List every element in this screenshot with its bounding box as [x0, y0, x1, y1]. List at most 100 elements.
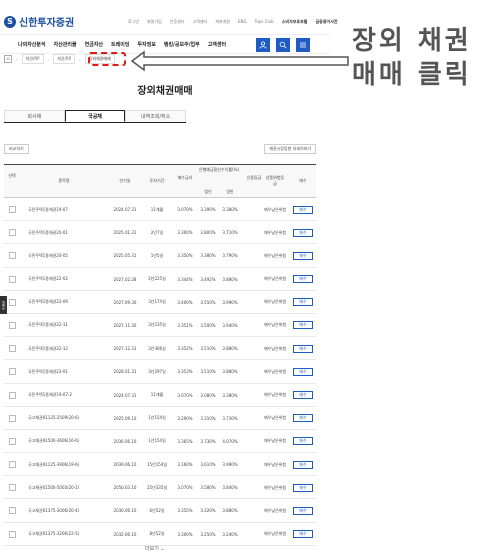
buy-button[interactable]: 매수 — [293, 205, 313, 214]
row-checkbox[interactable] — [8, 414, 16, 422]
row-checkbox-cell — [4, 198, 20, 221]
buy-button[interactable]: 매수 — [293, 275, 313, 284]
buy-button[interactable]: 매수 — [293, 321, 313, 330]
buy-button[interactable]: 매수 — [293, 298, 313, 307]
gnb-item-trading[interactable]: 트레이딩 — [111, 41, 129, 48]
breadcrumb-item-1[interactable]: 채권/RP — [21, 54, 44, 64]
util-link-login[interactable]: 로그인 — [128, 19, 139, 25]
row-checkbox[interactable] — [8, 484, 16, 492]
util-link-tops[interactable]: Tops Club — [255, 19, 274, 25]
bond-period: 3년297일 — [148, 368, 166, 374]
bond-maturity: 2039.06.10 — [113, 462, 137, 468]
buy-button[interactable]: 매수 — [293, 228, 313, 237]
bond-buy-rate: 3.352% — [177, 346, 193, 352]
row-checkbox[interactable] — [8, 206, 16, 213]
logo-icon: S — [4, 15, 16, 28]
logo-text: 신한투자증권 — [19, 18, 75, 29]
bond-rate-corp: 3.550% — [200, 299, 216, 305]
buy-button[interactable]: 매수 — [293, 367, 313, 376]
bond-name[interactable]: 국민주택1종채권20-01 — [28, 221, 108, 244]
bond-risk-grade-text: 매우낮은위험 — [263, 461, 287, 467]
bond-name[interactable]: 국민주택1종채권23-01 — [28, 360, 108, 383]
gnb-item-pension[interactable]: 연금자산 — [85, 41, 103, 48]
buy-button[interactable]: 매수 — [293, 530, 313, 539]
bond-name[interactable]: 국민주택1종채권22-02 — [28, 268, 108, 291]
bond-name[interactable]: 국고채권01375-3006(20-4) — [28, 499, 108, 522]
row-checkbox[interactable] — [8, 391, 16, 399]
gnb-item-banking[interactable]: 뱅킹/공모주/업무 — [164, 41, 200, 48]
row-checkbox[interactable] — [8, 321, 16, 329]
row-checkbox[interactable] — [8, 252, 16, 260]
bond-table: 선택 종목명 만기일 투자기간 매수금리 은행예금환산수익률(%) 법인 일반 … — [4, 164, 316, 546]
row-checkbox-cell — [4, 314, 20, 337]
breadcrumb-item-2[interactable]: 채권/RP — [53, 54, 76, 64]
gnb-item-asset-mall[interactable]: 자산관리몰 — [54, 41, 77, 48]
table-row: 국고채권01375-3206(22-5) 2032.06.10 8년52일 3.300… — [4, 523, 316, 546]
bond-name[interactable]: 국고채권01375-3206(22-5) — [28, 523, 108, 546]
row-checkbox[interactable] — [8, 368, 16, 376]
gnb-item-invest-info[interactable]: 투자정보 — [137, 41, 155, 48]
util-link-support[interactable]: 고객센터 — [193, 19, 208, 25]
util-link-join[interactable]: 회원가입 — [147, 19, 162, 25]
buy-button[interactable]: 매수 — [293, 437, 313, 446]
bond-name[interactable]: 국민주택1종채권19-07-2 — [28, 384, 108, 407]
compare-button[interactable]: 비교하기 — [4, 144, 29, 154]
bond-period: 3년174일 — [148, 299, 166, 305]
gnb-item-asset-analysis[interactable]: 나의자산분석 — [18, 41, 46, 48]
bond-name[interactable]: 국고채권01125-2509(20-6) — [28, 407, 108, 430]
home-icon[interactable]: ⌂ — [4, 55, 12, 63]
row-checkbox[interactable] — [8, 298, 16, 306]
bond-rate-general: 3.990% — [222, 299, 238, 305]
table-row: 국고채권01125-2509(20-6) 2025.09.10 1년154일 3.29… — [4, 407, 316, 430]
row-checkbox[interactable] — [8, 275, 16, 283]
row-checkbox-cell — [4, 430, 20, 453]
buy-button[interactable]: 매수 — [293, 483, 313, 492]
tab-corporate-bond[interactable]: 회사채 — [4, 110, 65, 122]
table-row: 국고채권01500-3606(16-6) 2036.06.10 1년154일 3.36… — [4, 430, 316, 454]
tab-government-bond[interactable]: 국공채 — [64, 110, 126, 122]
bond-name[interactable]: 국민주택1종채권20-05 — [28, 244, 108, 267]
bond-name[interactable]: 국고채권01500-3606(16-6) — [28, 430, 108, 453]
bond-buy-rate: 3.070% — [177, 485, 193, 491]
bond-rate-corp: 3.390% — [200, 207, 216, 212]
th-period[interactable]: 투자기간 — [142, 178, 172, 184]
bond-rate-corp: 3.492% — [200, 276, 216, 282]
bond-name[interactable]: 국민주택1종채권22-09 — [28, 291, 108, 314]
row-checkbox[interactable] — [8, 461, 16, 469]
util-link-cert[interactable]: 인증센터 — [170, 19, 185, 25]
gnb-item-support[interactable]: 고객센터 — [208, 41, 226, 48]
bond-name[interactable]: 국민주택1종채권22-11 — [28, 314, 108, 337]
util-link-account[interactable]: 계좌개설 — [215, 19, 230, 25]
buy-button[interactable]: 매수 — [293, 460, 313, 469]
bond-risk-grade-text: 매우낮은위험 — [263, 392, 287, 397]
buy-button[interactable]: 매수 — [293, 391, 313, 399]
row-checkbox[interactable] — [8, 345, 16, 353]
util-link-consumer[interactable]: 소비자보호포털 — [282, 19, 308, 25]
row-checkbox[interactable] — [8, 507, 16, 515]
buy-button-cell: 매수 — [292, 291, 314, 314]
util-link-eng[interactable]: ENG — [238, 19, 247, 25]
row-checkbox[interactable] — [8, 530, 16, 538]
th-name[interactable]: 종목명 — [24, 178, 104, 184]
bond-name[interactable]: 국민주택1종채권19-07 — [28, 198, 108, 221]
row-checkbox-cell — [4, 268, 20, 291]
quick-menu-tab[interactable]: 퀵메뉴 — [0, 296, 7, 314]
buy-button[interactable]: 매수 — [293, 414, 313, 423]
util-link-glossary[interactable]: 금융용어사전 — [315, 19, 337, 25]
bond-name[interactable]: 국민주택1종채권22-12 — [28, 337, 108, 360]
buy-button[interactable]: 매수 — [293, 344, 313, 353]
bond-name[interactable]: 국고채권01500-5003(20-2) — [28, 476, 108, 499]
brand-logo[interactable]: S 신한투자증권 — [4, 14, 74, 29]
bond-tabs: 회사채 국공채 내역조회/취소 — [4, 110, 187, 123]
tab-history[interactable]: 내역조회/취소 — [125, 110, 187, 122]
th-maturity[interactable]: 만기일 — [110, 178, 140, 184]
buy-button[interactable]: 매수 — [293, 251, 313, 260]
buy-button[interactable]: 매수 — [293, 506, 313, 515]
market-trend-button[interactable]: 채권시장동향 자세히보기 — [264, 144, 316, 154]
buy-button-cell: 매수 — [292, 384, 314, 407]
more-button[interactable]: 더보기 ⌄ — [145, 545, 165, 552]
row-checkbox[interactable] — [8, 437, 16, 445]
row-checkbox[interactable] — [8, 229, 16, 237]
bond-name[interactable]: 국고채권01125-3906(19-6) — [28, 453, 108, 476]
page-title: 장외채권매매 — [137, 86, 193, 97]
